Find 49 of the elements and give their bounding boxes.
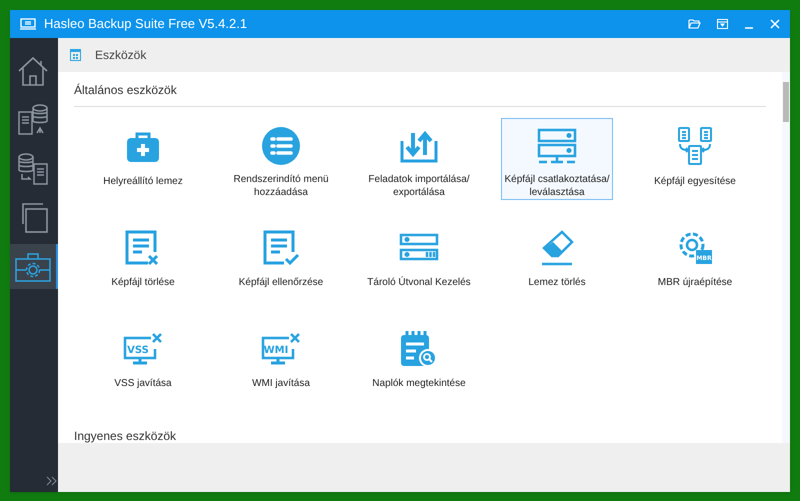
tool-label: Feladatok importálása/ exportálása: [368, 173, 470, 199]
tool-label: Naplók megtekintése: [372, 377, 466, 390]
tool-tile[interactable]: Képfájl egyesítése: [639, 118, 751, 200]
tool-label: Lemez törlés: [528, 276, 586, 289]
tool-label: WMI javítása: [252, 377, 310, 390]
section-title: Általános eszközök: [74, 72, 766, 107]
tools-grid-icon: [70, 49, 81, 61]
backup-icon: [17, 102, 49, 136]
server-icon: [537, 128, 577, 164]
tool-tile[interactable]: WMI WMI javítása: [225, 320, 337, 402]
list-icon: [262, 127, 300, 165]
window-title: Hasleo Backup Suite Free V5.4.2.1: [44, 15, 248, 34]
storage-drive-icon: [399, 233, 439, 263]
tool-tile[interactable]: Képfájl ellenőrzése: [225, 219, 337, 301]
tool-tile[interactable]: Képfájl csatlakoztatása/ leválasztása: [501, 118, 613, 200]
app-logo-icon: [20, 18, 36, 30]
tool-label: Képfájl törlése: [111, 276, 175, 289]
tool-tile[interactable]: Naplók megtekintése: [363, 320, 475, 402]
scrollbar[interactable]: [782, 72, 790, 443]
restore-icon: [17, 152, 49, 186]
tool-tile[interactable]: Feladatok importálása/ exportálása: [363, 118, 475, 200]
tool-tile[interactable]: Rendszerindító menü hozzáadása: [225, 118, 337, 200]
close-icon[interactable]: [770, 19, 780, 29]
tool-label: Képfájl ellenőrzése: [238, 276, 324, 289]
eraser-icon: [540, 230, 574, 266]
tool-tile[interactable]: Képfájl törlése: [87, 219, 199, 301]
tool-label: Helyreállító lemez: [103, 175, 183, 188]
tool-label: Rendszerindító menü hozzáadása: [233, 173, 329, 199]
tool-label: Tároló Útvonal Kezelés: [367, 276, 471, 289]
log-search-icon: [400, 330, 438, 368]
document-check-icon: [262, 229, 300, 267]
header-title: Eszközök: [95, 47, 146, 64]
tool-tile[interactable]: Helyreállító lemez: [87, 118, 199, 200]
menu-icon[interactable]: [717, 19, 728, 29]
expand-icon[interactable]: [46, 476, 57, 486]
toolbox-icon: [15, 250, 51, 282]
import-export-icon: [400, 129, 438, 163]
merge-documents-icon: [676, 127, 714, 167]
tool-tile[interactable]: VSS VSS javítása: [87, 320, 199, 402]
tool-label: Képfájl egyesítése: [654, 175, 736, 188]
sidebar-item[interactable]: [10, 244, 58, 289]
tool-label: Képfájl csatlakoztatása/ leválasztása: [504, 173, 610, 199]
section-title: Ingyenes eszközök: [74, 428, 178, 443]
home-icon: [17, 54, 49, 86]
tool-label: VSS javítása: [114, 377, 172, 390]
folder-icon[interactable]: [688, 19, 701, 29]
tool-tile[interactable]: Lemez törlés: [501, 219, 613, 301]
tool-label: MBR újraépítése: [658, 276, 732, 289]
tool-tile[interactable]: Tároló Útvonal Kezelés: [363, 219, 475, 301]
